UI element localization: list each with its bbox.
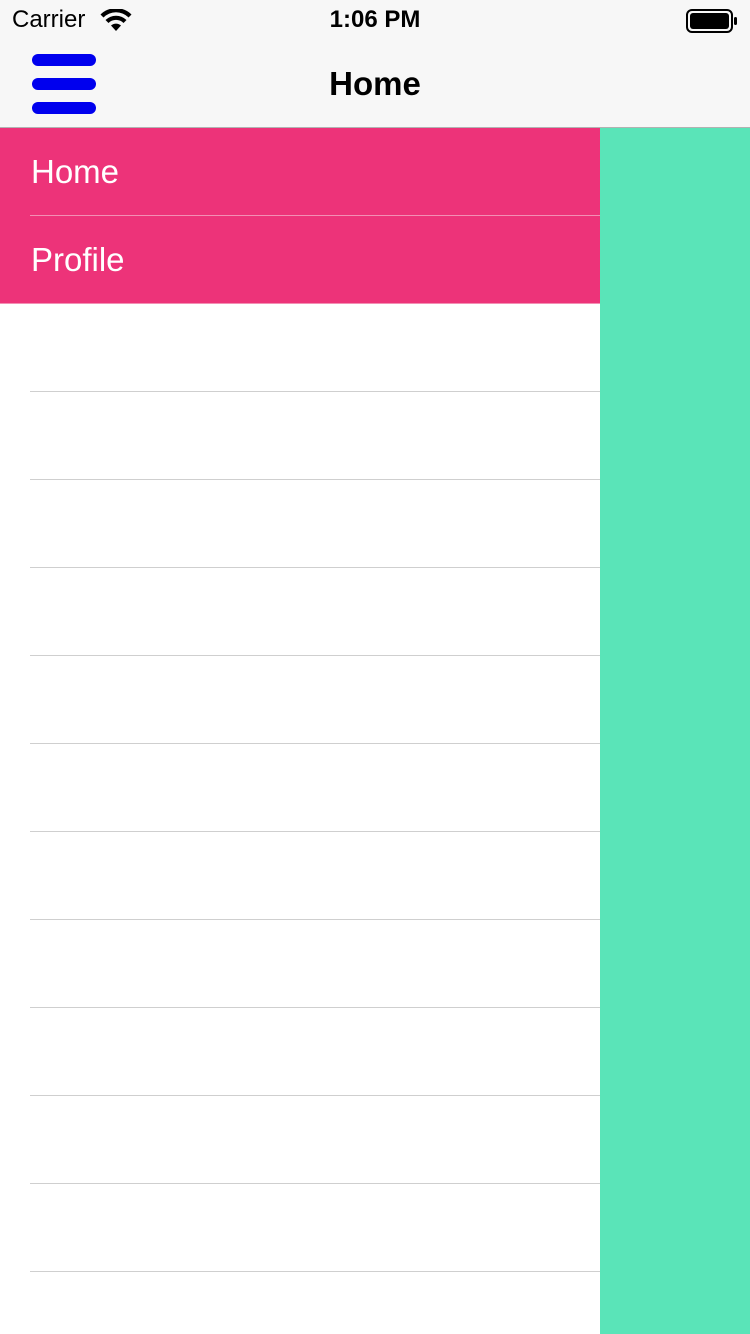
empty-row: [0, 392, 600, 480]
app-screen: Carrier 1:06 PM Home Home Profile: [0, 0, 750, 1334]
page-title: Home: [329, 65, 421, 102]
side-menu-item-profile[interactable]: Profile: [0, 216, 600, 304]
clock: 1:06 PM: [329, 6, 421, 33]
battery-icon: [686, 9, 737, 33]
status-bar: Carrier 1:06 PM: [0, 0, 750, 40]
empty-row: [0, 832, 600, 920]
empty-row: [0, 568, 600, 656]
empty-row: [0, 1008, 600, 1096]
empty-row: [0, 304, 600, 392]
side-menu: Home Profile: [0, 128, 600, 1334]
side-menu-item-label: Profile: [31, 241, 125, 278]
empty-row: [0, 744, 600, 832]
empty-row: [0, 1096, 600, 1184]
empty-row: [0, 656, 600, 744]
row-separator: [30, 1271, 600, 1272]
empty-row: [0, 920, 600, 1008]
navigation-bar: Home: [0, 40, 750, 128]
empty-row: [0, 480, 600, 568]
side-menu-item-label: Home: [31, 153, 120, 190]
side-menu-item-home[interactable]: Home: [0, 128, 600, 216]
main-content-panel[interactable]: [600, 128, 750, 1334]
empty-row: [0, 1184, 600, 1272]
